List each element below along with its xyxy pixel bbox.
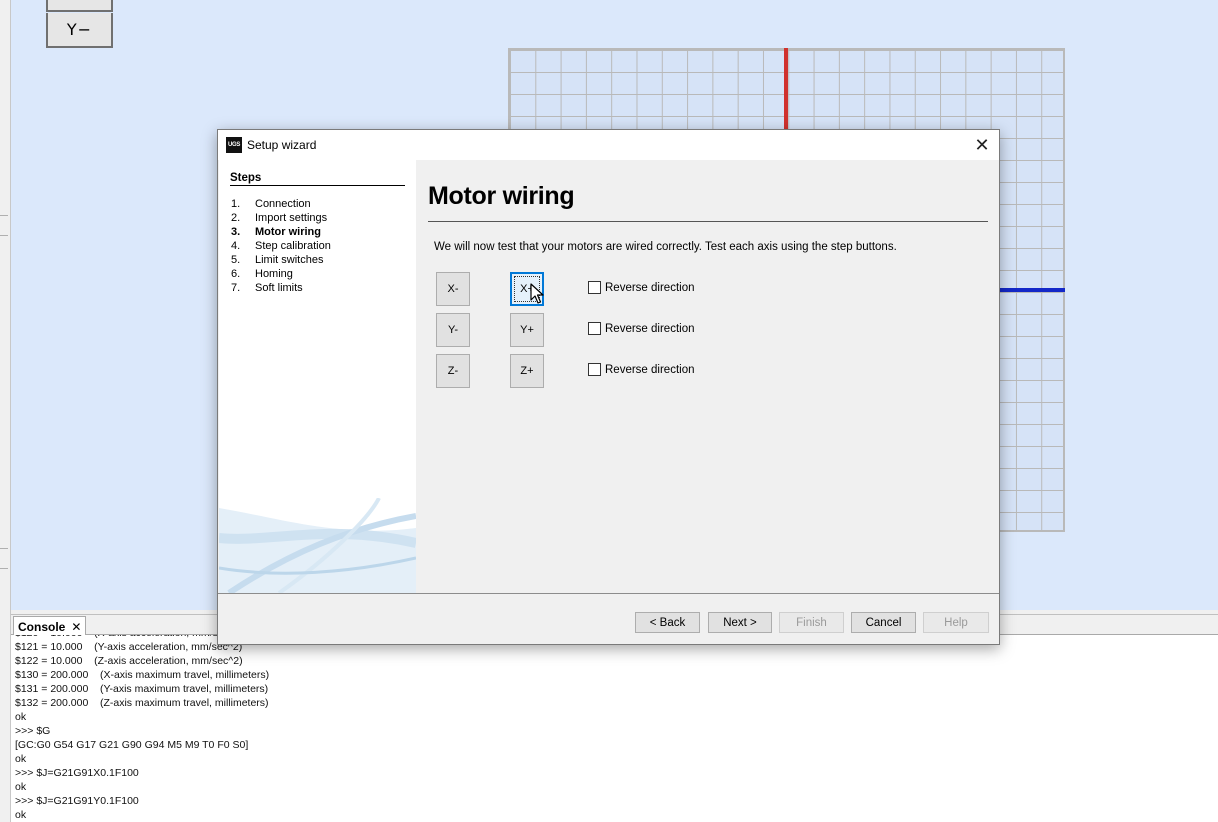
z-minus-button[interactable]: Z-: [436, 354, 470, 388]
strip-divider: [0, 215, 8, 216]
dialog-titlebar[interactable]: UGS Setup wizard ✕: [218, 130, 999, 160]
reverse-y-checkbox[interactable]: [588, 322, 601, 335]
axis-row-z: Z- Z+ Reverse direction: [436, 354, 836, 388]
help-button[interactable]: Help: [923, 612, 989, 633]
axis-row-x: X- X+ Reverse direction: [436, 272, 836, 306]
step-label: Import settings: [255, 212, 328, 224]
step-item-soft-limits: 7. Soft limits: [231, 282, 331, 296]
reverse-x-label: Reverse direction: [605, 281, 695, 294]
strip-divider: [0, 568, 8, 569]
strip-divider: [0, 235, 8, 236]
step-label: Connection: [255, 198, 311, 210]
close-icon[interactable]: ✕: [71, 620, 81, 634]
y-minus-button[interactable]: Y-: [436, 313, 470, 347]
page-title: Motor wiring: [428, 182, 575, 210]
x-plus-button[interactable]: X+: [510, 272, 544, 306]
y-plus-button[interactable]: Y+: [510, 313, 544, 347]
console-line: $132 = 200.000 (Z-axis maximum travel, m…: [15, 697, 269, 709]
step-label: Homing: [255, 268, 293, 280]
step-item-connection: 1. Connection: [231, 198, 331, 212]
jog-y-minus-button[interactable]: Y−: [46, 13, 113, 48]
step-number: 3.: [231, 226, 241, 238]
reverse-direction-y[interactable]: Reverse direction: [588, 322, 694, 335]
console-log: $120 = 10.000 (X-axis acceleration, mm/s…: [15, 635, 269, 822]
step-label: Motor wiring: [255, 226, 321, 238]
wizard-footer: < Back Next > Finish Cancel Help: [218, 594, 999, 644]
strip-divider: [0, 548, 8, 549]
axis-row-y: Y- Y+ Reverse direction: [436, 313, 836, 347]
step-label: Limit switches: [255, 254, 324, 266]
step-number: 2.: [231, 212, 241, 224]
setup-wizard-dialog: UGS Setup wizard ✕ Steps 1. Connection 2. I…: [217, 129, 1000, 645]
back-button[interactable]: < Back: [635, 612, 700, 633]
step-number: 1.: [231, 198, 241, 210]
x-minus-button[interactable]: X-: [436, 272, 470, 306]
step-item-motor-wiring: 3. Motor wiring: [231, 226, 331, 240]
console-line: [GC:G0 G54 G17 G21 G90 G94 M5 M9 T0 F0 S…: [15, 739, 249, 751]
console-line: ok: [15, 781, 27, 793]
close-button[interactable]: ✕: [971, 134, 993, 156]
console-line: $130 = 200.000 (X-axis maximum travel, m…: [15, 669, 270, 681]
dialog-title: Setup wizard: [247, 138, 317, 152]
z-plus-button[interactable]: Z+: [510, 354, 544, 388]
left-side-strip: [0, 0, 11, 822]
step-number: 4.: [231, 240, 241, 252]
console-line: >>> $J=G21G91Y0.1F100: [15, 795, 139, 807]
console-line: ok: [15, 809, 27, 821]
console-line: $131 = 200.000 (Y-axis maximum travel, m…: [15, 683, 269, 695]
x-axis-line: [999, 288, 1065, 292]
step-item-homing: 6. Homing: [231, 268, 331, 282]
y-axis-line: [784, 48, 788, 130]
instructions-text: We will now test that your motors are wi…: [434, 241, 897, 253]
step-label: Soft limits: [255, 282, 303, 294]
close-icon: ✕: [974, 134, 990, 156]
step-number: 5.: [231, 254, 241, 266]
console-line: ok: [15, 711, 27, 723]
console-tab-label: Console: [18, 619, 66, 634]
console-line: ok: [15, 753, 27, 765]
reverse-direction-z[interactable]: Reverse direction: [588, 363, 694, 376]
reverse-direction-x[interactable]: Reverse direction: [588, 281, 694, 294]
reverse-z-label: Reverse direction: [605, 363, 695, 376]
jog-button-partial[interactable]: [46, 0, 113, 12]
reverse-y-label: Reverse direction: [605, 322, 695, 335]
console-output[interactable]: $120 = 10.000 (X-axis acceleration, mm/s…: [11, 635, 1218, 822]
ugs-logo-icon: UGS: [226, 137, 242, 153]
step-number: 7.: [231, 282, 241, 294]
reverse-x-checkbox[interactable]: [588, 281, 601, 294]
console-line: $122 = 10.000 (Z-axis acceleration, mm/s…: [15, 655, 243, 667]
wizard-content: Motor wiring We will now test that your …: [416, 160, 999, 593]
tab-console[interactable]: Console ✕: [13, 616, 87, 636]
cancel-button[interactable]: Cancel: [851, 612, 916, 633]
steps-panel: Steps 1. Connection 2. Import settings 3. Mot…: [219, 160, 416, 593]
step-number: 6.: [231, 268, 241, 280]
reverse-z-checkbox[interactable]: [588, 363, 601, 376]
console-line: >>> $J=G21G91X0.1F100: [15, 767, 139, 779]
step-item-import-settings: 2. Import settings: [231, 212, 331, 226]
next-button[interactable]: Next >: [708, 612, 772, 633]
console-line: >>> $G: [15, 725, 51, 737]
steps-heading: Steps: [230, 172, 405, 186]
finish-button[interactable]: Finish: [779, 612, 844, 633]
step-label: Step calibration: [255, 240, 331, 252]
title-divider: [428, 221, 988, 222]
step-item-limit-switches: 5. Limit switches: [231, 254, 331, 268]
swoosh-decoration: [219, 498, 416, 593]
steps-list: 1. Connection 2. Import settings 3. Motor wir…: [231, 198, 331, 296]
step-item-step-calibration: 4. Step calibration: [231, 240, 331, 254]
